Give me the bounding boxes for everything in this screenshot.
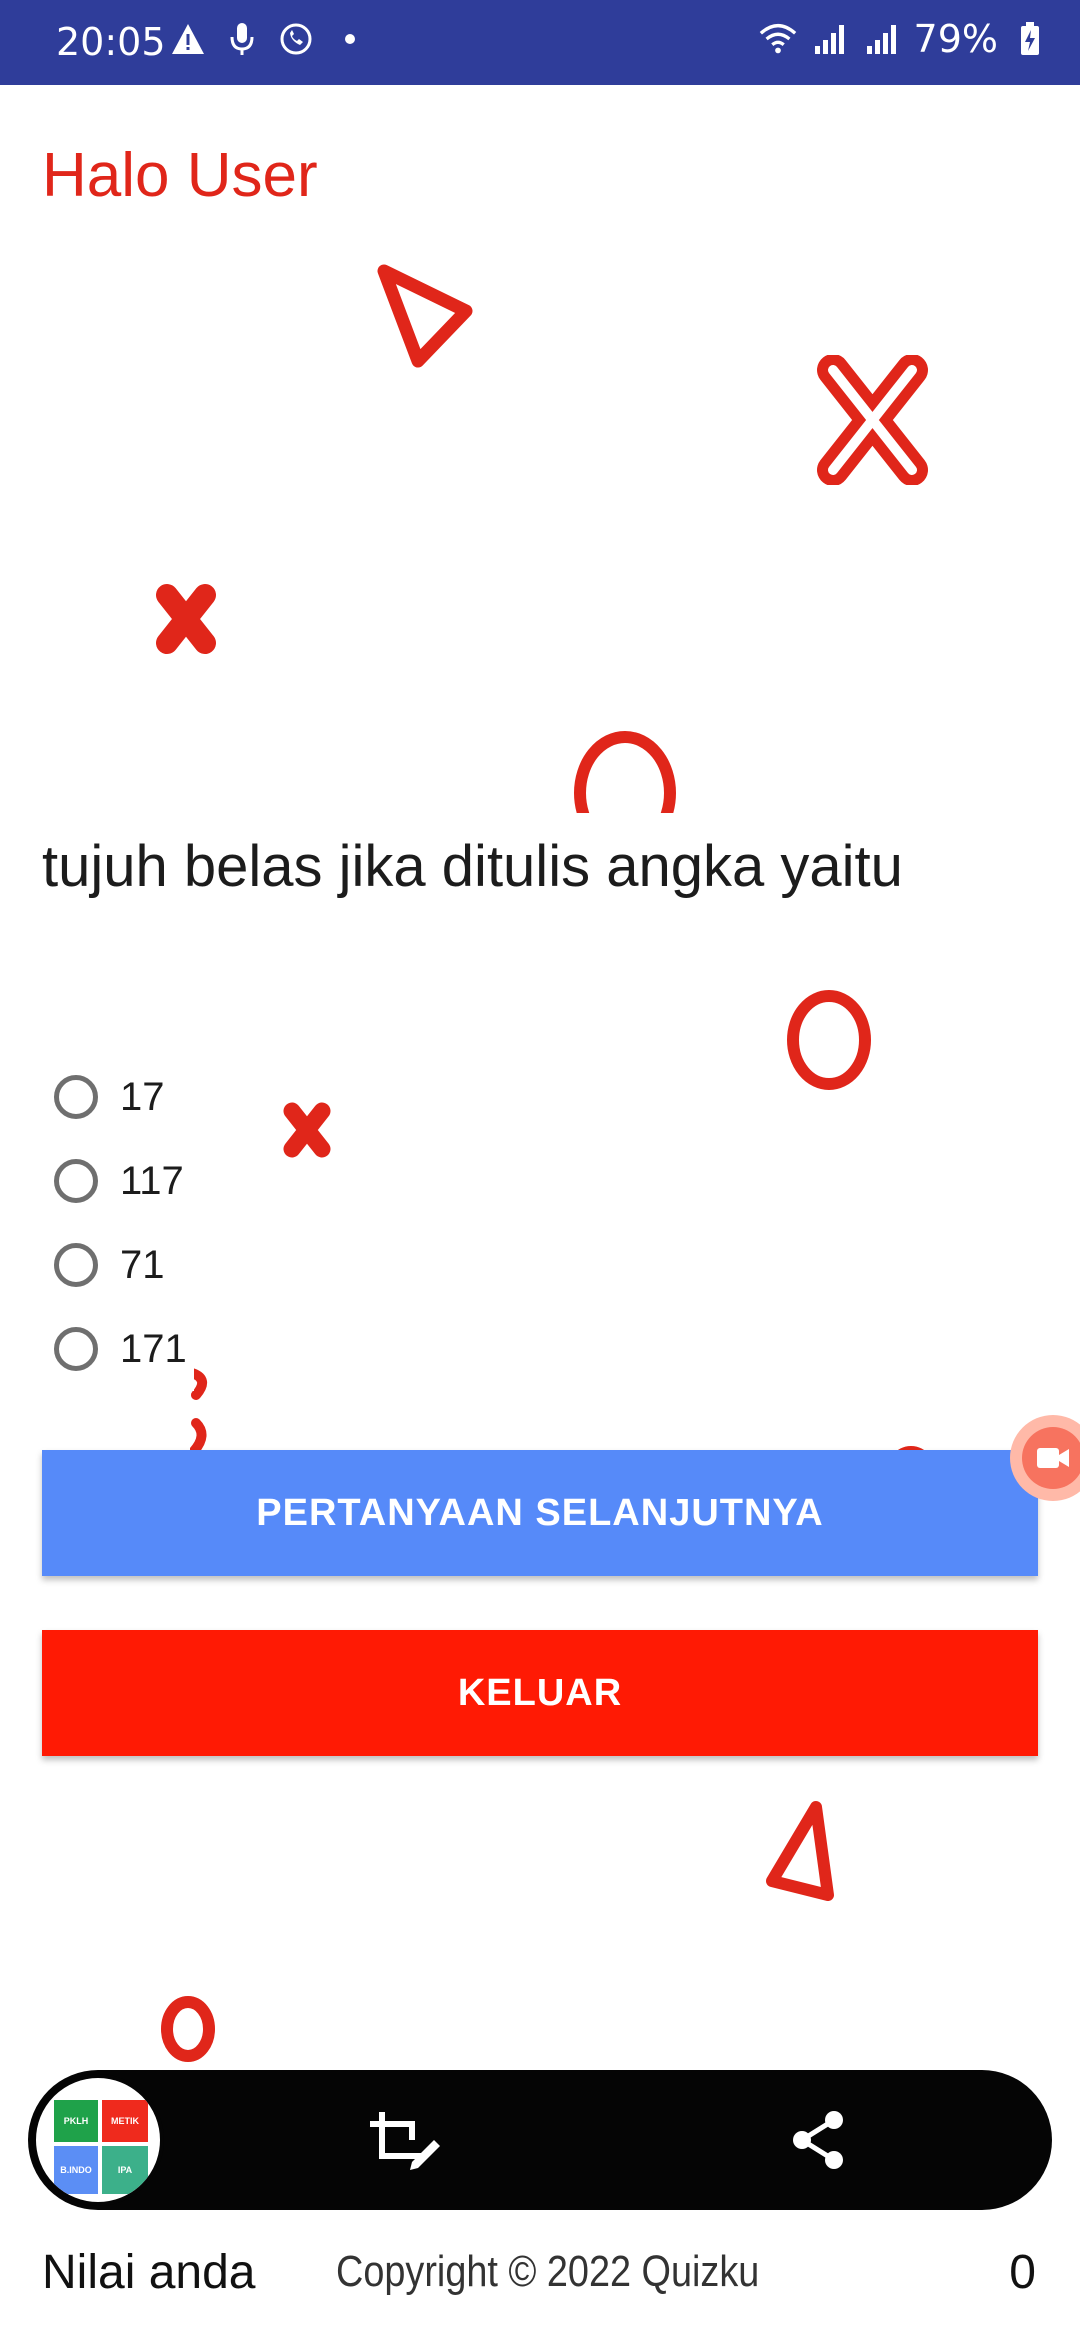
cross-shape-icon [156, 584, 216, 654]
thumbnail-tile: PKLH [54, 2100, 98, 2142]
cross-shape-icon [283, 1102, 331, 1158]
question-text: tujuh belas jika ditulis angka yaitu [42, 833, 915, 900]
next-question-button[interactable]: PERTANYAAN SELANJUTNYA [42, 1450, 1038, 1576]
circle-shape-icon [787, 990, 871, 1090]
status-time: 20:05 [56, 20, 166, 64]
circle-shape-icon [161, 1996, 215, 2062]
microphone-icon [222, 16, 262, 62]
triangle-shape-icon [766, 1801, 834, 1901]
option-label: 71 [120, 1242, 165, 1287]
option-row[interactable]: 17 [54, 1055, 194, 1139]
signal-icon [862, 16, 902, 62]
option-label: 17 [120, 1074, 165, 1119]
whatsapp-icon [276, 16, 316, 62]
option-label: 117 [120, 1158, 184, 1203]
battery-percent: 79% [913, 17, 998, 61]
battery-charging-icon [1010, 16, 1050, 62]
warning-icon [168, 16, 208, 62]
status-bar: 20:05 79% [0, 0, 1080, 85]
screenshot-toolbar: PKLH METIK B.INDO IPA [28, 2070, 1052, 2210]
video-camera-icon [1037, 1448, 1069, 1468]
answer-options: 17 117 71 171 [54, 1055, 194, 1391]
option-row[interactable]: 117 [54, 1139, 194, 1223]
option-row[interactable]: 171 [54, 1307, 194, 1391]
radio-button[interactable] [54, 1159, 98, 1203]
greeting-text: Halo User [42, 141, 318, 210]
option-row[interactable]: 71 [54, 1223, 194, 1307]
cross-shape-icon [817, 355, 928, 485]
thumbnail-tile: METIK [102, 2100, 148, 2142]
score-value: 0 [1009, 2246, 1036, 2299]
radio-button[interactable] [54, 1327, 98, 1371]
share-icon[interactable] [790, 2110, 846, 2170]
score-label: Nilai anda [42, 2246, 256, 2299]
copyright-text: Copyright © 2022 Quizku [336, 2247, 760, 2296]
thumbnail-tile: IPA [102, 2146, 148, 2194]
exit-button[interactable]: KELUAR [42, 1630, 1038, 1756]
crop-edit-icon[interactable] [368, 2110, 440, 2170]
signal-icon [810, 16, 850, 62]
triangle-shape-icon [377, 264, 473, 368]
wifi-icon [758, 16, 798, 62]
screenshot-thumbnail[interactable]: PKLH METIK B.INDO IPA [32, 2074, 164, 2206]
quiz-screen: Halo User tujuh belas jika ditulis angka… [0, 85, 1080, 2340]
radio-button[interactable] [54, 1075, 98, 1119]
dot-icon [330, 16, 370, 62]
thumbnail-tile: B.INDO [54, 2146, 98, 2194]
option-label: 171 [120, 1326, 187, 1371]
radio-button[interactable] [54, 1243, 98, 1287]
circle-shape-icon [574, 731, 676, 813]
